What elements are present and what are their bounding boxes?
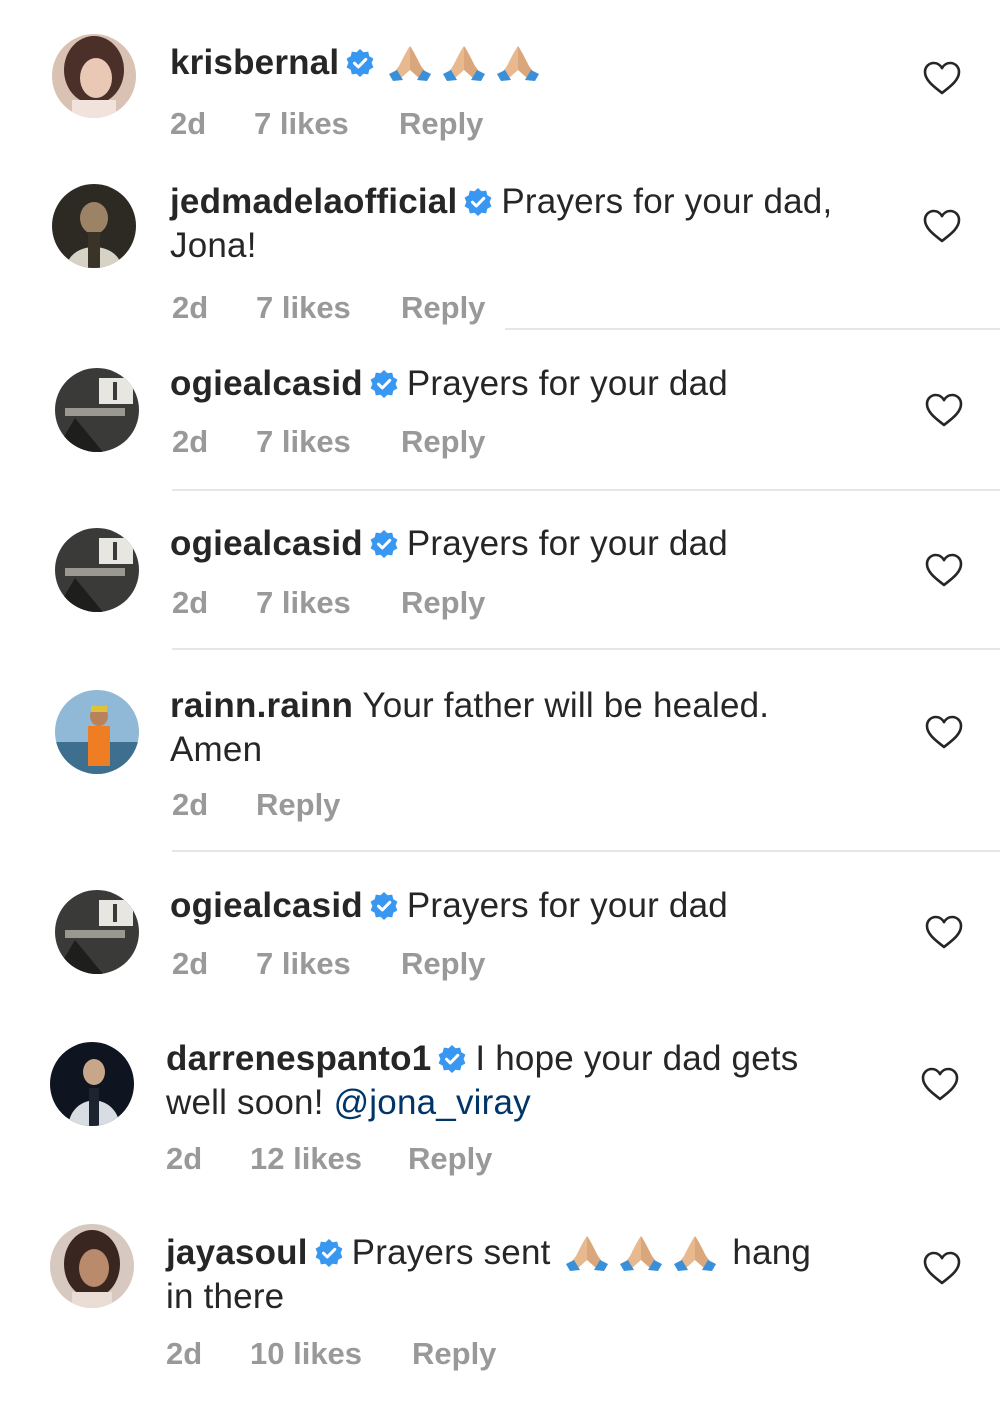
like-heart-icon[interactable] — [924, 552, 964, 588]
comment-text-before: Prayers sent — [351, 1233, 551, 1272]
timestamp: 2d — [170, 106, 207, 141]
comment-body: krisbernal — [170, 40, 850, 85]
reply-button[interactable]: Reply — [412, 1336, 496, 1372]
like-heart-icon[interactable] — [922, 208, 962, 244]
verified-badge-icon — [314, 1238, 344, 1268]
verified-badge-icon — [463, 187, 493, 217]
verified-badge-icon — [369, 369, 399, 399]
divider — [172, 850, 1000, 852]
verified-badge-icon — [437, 1044, 467, 1074]
username[interactable]: ogiealcasid — [170, 886, 363, 925]
comment-text: Prayers for your dad — [406, 886, 728, 925]
reply-button[interactable]: Reply — [401, 946, 485, 982]
username[interactable]: jedmadelaofficial — [170, 182, 457, 221]
timestamp: 2d — [172, 946, 209, 981]
comment-body: rainn.rainn Your father will be healed. … — [170, 684, 850, 772]
comment-meta: 2d 7 likes Reply — [170, 106, 483, 142]
username[interactable]: krisbernal — [170, 43, 339, 82]
divider — [172, 648, 1000, 650]
folded-hands-emoji-icon — [560, 1230, 614, 1272]
comment-text: Prayers for your dad — [406, 364, 728, 403]
avatar[interactable] — [52, 34, 136, 118]
avatar[interactable] — [55, 890, 139, 974]
username[interactable]: rainn.rainn — [170, 686, 353, 725]
likes-count[interactable]: 7 likes — [254, 106, 399, 142]
verified-badge-icon — [369, 891, 399, 921]
folded-hands-emoji-icon — [383, 40, 437, 82]
comment-meta: 2d 7 likes Reply — [172, 424, 485, 460]
avatar[interactable] — [52, 184, 136, 268]
folded-hands-emoji-icon — [614, 1230, 668, 1272]
username[interactable]: darrenespanto1 — [166, 1039, 431, 1078]
likes-count[interactable]: 7 likes — [256, 424, 401, 460]
username[interactable]: ogiealcasid — [170, 524, 363, 563]
folded-hands-emoji-icon — [437, 40, 491, 82]
like-heart-icon[interactable] — [922, 1250, 962, 1286]
reply-button[interactable]: Reply — [401, 424, 485, 460]
likes-count[interactable]: 12 likes — [250, 1141, 408, 1177]
comment-body: jedmadelaofficial Prayers for your dad, J… — [170, 180, 850, 268]
verified-badge-icon — [369, 529, 399, 559]
mention-link[interactable]: @jona_viray — [334, 1083, 531, 1122]
avatar[interactable] — [55, 528, 139, 612]
like-heart-icon[interactable] — [920, 1066, 960, 1102]
folded-hands-emoji-icon — [668, 1230, 722, 1272]
timestamp: 2d — [166, 1141, 203, 1176]
comment-text: Prayers for your dad — [406, 524, 728, 563]
timestamp: 2d — [172, 424, 209, 459]
reply-button[interactable]: Reply — [399, 106, 483, 142]
folded-hands-emoji-icon — [491, 40, 545, 82]
avatar[interactable] — [55, 368, 139, 452]
like-heart-icon[interactable] — [924, 714, 964, 750]
avatar[interactable] — [50, 1224, 134, 1308]
avatar[interactable] — [55, 690, 139, 774]
reply-button[interactable]: Reply — [401, 290, 485, 326]
avatar[interactable] — [50, 1042, 134, 1126]
likes-count[interactable]: 7 likes — [256, 290, 401, 326]
comment-meta: 2d 7 likes Reply — [172, 946, 485, 982]
username[interactable]: jayasoul — [166, 1233, 308, 1272]
comment-meta: 2d 7 likes Reply — [172, 290, 485, 326]
likes-count[interactable]: 10 likes — [250, 1336, 412, 1372]
timestamp: 2d — [172, 585, 209, 620]
like-heart-icon[interactable] — [924, 914, 964, 950]
reply-button[interactable]: Reply — [256, 787, 340, 823]
reply-button[interactable]: Reply — [401, 585, 485, 621]
comment-body: ogiealcasid Prayers for your dad — [170, 522, 850, 566]
comment-meta: 2d 7 likes Reply — [172, 585, 485, 621]
timestamp: 2d — [172, 290, 209, 325]
reply-button[interactable]: Reply — [408, 1141, 492, 1177]
comment-meta: 2d 12 likes Reply — [166, 1141, 492, 1177]
comment-body: ogiealcasid Prayers for your dad — [170, 884, 850, 928]
divider — [172, 489, 1000, 491]
timestamp: 2d — [172, 787, 209, 822]
comment-meta: 2d Reply — [172, 787, 340, 823]
comment-body: darrenespanto1 I hope your dad gets well … — [166, 1037, 846, 1125]
likes-count[interactable]: 7 likes — [256, 946, 401, 982]
comment-body: ogiealcasid Prayers for your dad — [170, 362, 850, 406]
timestamp: 2d — [166, 1336, 203, 1371]
comment-meta: 2d 10 likes Reply — [166, 1336, 496, 1372]
username[interactable]: ogiealcasid — [170, 364, 363, 403]
like-heart-icon[interactable] — [924, 392, 964, 428]
likes-count[interactable]: 7 likes — [256, 585, 401, 621]
like-heart-icon[interactable] — [922, 60, 962, 96]
verified-badge-icon — [345, 48, 375, 78]
divider — [505, 328, 1000, 330]
comment-body: jayasoul Prayers sent hang in there — [166, 1230, 846, 1319]
